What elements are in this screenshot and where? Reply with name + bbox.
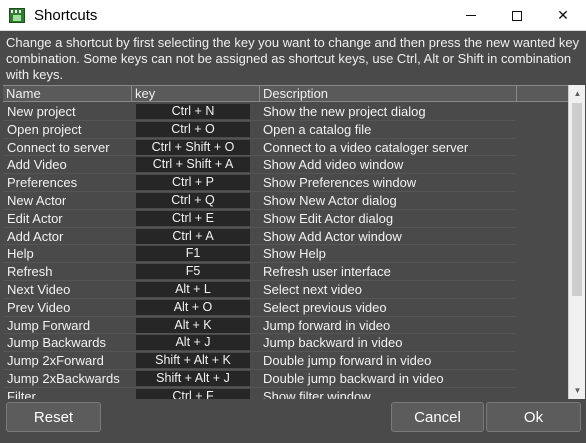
shortcut-description: Double jump forward in video <box>263 353 432 369</box>
shortcut-key-field[interactable]: Ctrl + Shift + A <box>136 157 250 173</box>
table-row[interactable]: Help F1 Show Help <box>3 245 568 264</box>
column-header-name[interactable]: Name <box>3 86 132 101</box>
table-row[interactable]: Connect to server Ctrl + Shift + O Connect… <box>3 139 568 157</box>
minimize-icon <box>466 15 476 16</box>
shortcut-name: Jump Backwards <box>7 335 106 351</box>
shortcut-description: Show Add video window <box>263 157 404 173</box>
instructions-text: Change a shortcut by first selecting the… <box>6 35 580 82</box>
scrollbar-thumb[interactable] <box>572 103 582 296</box>
table-row[interactable]: Jump 2xBackwards Shift + Alt + J Double ju… <box>3 370 568 388</box>
shortcut-name: New project <box>7 104 76 119</box>
shortcut-name: Jump Forward <box>7 317 91 333</box>
shortcut-name: New Actor <box>7 192 67 208</box>
shortcut-key-field[interactable]: Ctrl + A <box>136 228 250 244</box>
shortcut-key-field[interactable]: Ctrl + Q <box>136 192 250 208</box>
title-bar: Shortcuts ✕ <box>0 0 586 31</box>
shortcut-description: Double jump backward in video <box>263 370 444 386</box>
shortcut-key-field[interactable]: Alt + O <box>136 299 250 315</box>
table-header: Name key Description <box>3 85 568 102</box>
shortcut-key-field[interactable]: Alt + K <box>136 317 250 333</box>
shortcut-description: Open a catalog file <box>263 121 372 137</box>
shortcut-key-field[interactable]: Ctrl + N <box>136 104 250 119</box>
shortcut-description: Jump forward in video <box>263 317 391 333</box>
shortcut-description: Show Add Actor window <box>263 228 402 244</box>
close-icon: ✕ <box>557 7 569 23</box>
table-row[interactable]: Refresh F5 Refresh user interface <box>3 263 568 281</box>
shortcut-description: Refresh user interface <box>263 264 391 280</box>
shortcut-key-field[interactable]: Ctrl + O <box>136 121 250 137</box>
table-row[interactable]: Jump Backwards Alt + J Jump backward in vi… <box>3 334 568 353</box>
ok-button[interactable]: Ok <box>486 402 581 432</box>
table-row[interactable]: New project Ctrl + N Show the new project … <box>3 103 568 121</box>
shortcut-name: Preferences <box>7 175 78 191</box>
close-button[interactable]: ✕ <box>540 0 586 31</box>
shortcut-key-field[interactable]: Alt + J <box>136 335 250 351</box>
shortcut-description: Show Preferences window <box>263 175 417 191</box>
table-row[interactable]: Next Video Alt + L Select next video <box>3 281 568 299</box>
table-row[interactable]: Add Video Ctrl + Shift + A Show Add video … <box>3 156 568 175</box>
shortcut-description: Show Edit Actor dialog <box>263 210 394 226</box>
table-row[interactable]: Filter Ctrl + F Show filter window <box>3 388 568 399</box>
shortcut-key-field[interactable]: F1 <box>136 246 250 262</box>
app-icon <box>9 8 25 23</box>
table-row[interactable]: New Actor Ctrl + Q Show New Actor dialog <box>3 192 568 210</box>
table-row[interactable]: Open project Ctrl + O Open a catalog file <box>3 121 568 139</box>
maximize-button[interactable] <box>494 0 540 31</box>
shortcut-name: Add Actor <box>7 228 64 244</box>
shortcut-key-field[interactable]: F5 <box>136 264 250 280</box>
shortcut-name: Jump 2xBackwards <box>7 370 120 386</box>
shortcut-name: Jump 2xForward <box>7 353 104 369</box>
minimize-button[interactable] <box>448 0 494 31</box>
shortcut-name: Refresh <box>7 264 53 280</box>
shortcut-key-field[interactable]: Ctrl + P <box>136 175 250 191</box>
shortcut-description: Show filter window <box>263 388 371 399</box>
shortcut-name: Open project <box>7 121 82 137</box>
table-row[interactable]: Jump 2xForward Shift + Alt + K Double jump… <box>3 352 568 370</box>
shortcut-name: Connect to server <box>7 139 110 155</box>
table-row[interactable]: Preferences Ctrl + P Show Preferences wind… <box>3 174 568 192</box>
table-row[interactable]: Add Actor Ctrl + A Show Add Actor window <box>3 228 568 246</box>
shortcut-key-field[interactable]: Shift + Alt + K <box>136 353 250 369</box>
shortcut-name: Edit Actor <box>7 210 63 226</box>
shortcut-description: Select next video <box>263 281 363 297</box>
shortcut-description: Connect to a video cataloger server <box>263 139 469 155</box>
scroll-up-arrow-icon[interactable]: ▲ <box>569 85 586 102</box>
cancel-button[interactable]: Cancel <box>391 402 484 432</box>
shortcut-description: Jump backward in video <box>263 335 403 351</box>
shortcut-name: Next Video <box>7 281 71 297</box>
column-header-description[interactable]: Description <box>260 86 517 101</box>
shortcut-key-field[interactable]: Shift + Alt + J <box>136 370 250 386</box>
shortcut-key-field[interactable]: Ctrl + E <box>136 210 250 226</box>
scroll-down-arrow-icon[interactable]: ▼ <box>569 382 586 399</box>
shortcut-key-field[interactable]: Alt + L <box>136 281 250 297</box>
maximize-icon <box>512 10 522 21</box>
shortcut-name: Help <box>7 246 34 262</box>
table-row[interactable]: Prev Video Alt + O Select previous video <box>3 299 568 317</box>
window-title: Shortcuts <box>34 7 98 24</box>
shortcuts-table: Name key Description New project Ctrl + N… <box>3 85 568 399</box>
shortcut-name: Add Video <box>7 157 67 173</box>
table-row[interactable]: Edit Actor Ctrl + E Show Edit Actor dialog <box>3 210 568 228</box>
vertical-scrollbar[interactable]: ▲ ▼ <box>568 85 585 399</box>
table-body: New project Ctrl + N Show the new project … <box>3 103 568 399</box>
shortcut-description: Show Help <box>263 246 326 262</box>
shortcut-name: Filter <box>7 388 36 399</box>
shortcut-description: Show the new project dialog <box>263 104 426 119</box>
shortcut-key-field[interactable]: Ctrl + F <box>136 388 250 399</box>
column-header-key[interactable]: key <box>132 86 260 101</box>
shortcut-name: Prev Video <box>7 299 71 315</box>
shortcut-description: Show New Actor dialog <box>263 192 397 208</box>
shortcut-description: Select previous video <box>263 299 387 315</box>
reset-button[interactable]: Reset <box>6 402 101 432</box>
table-row[interactable]: Jump Forward Alt + K Jump forward in video <box>3 317 568 335</box>
shortcut-key-field[interactable]: Ctrl + Shift + O <box>136 139 250 155</box>
